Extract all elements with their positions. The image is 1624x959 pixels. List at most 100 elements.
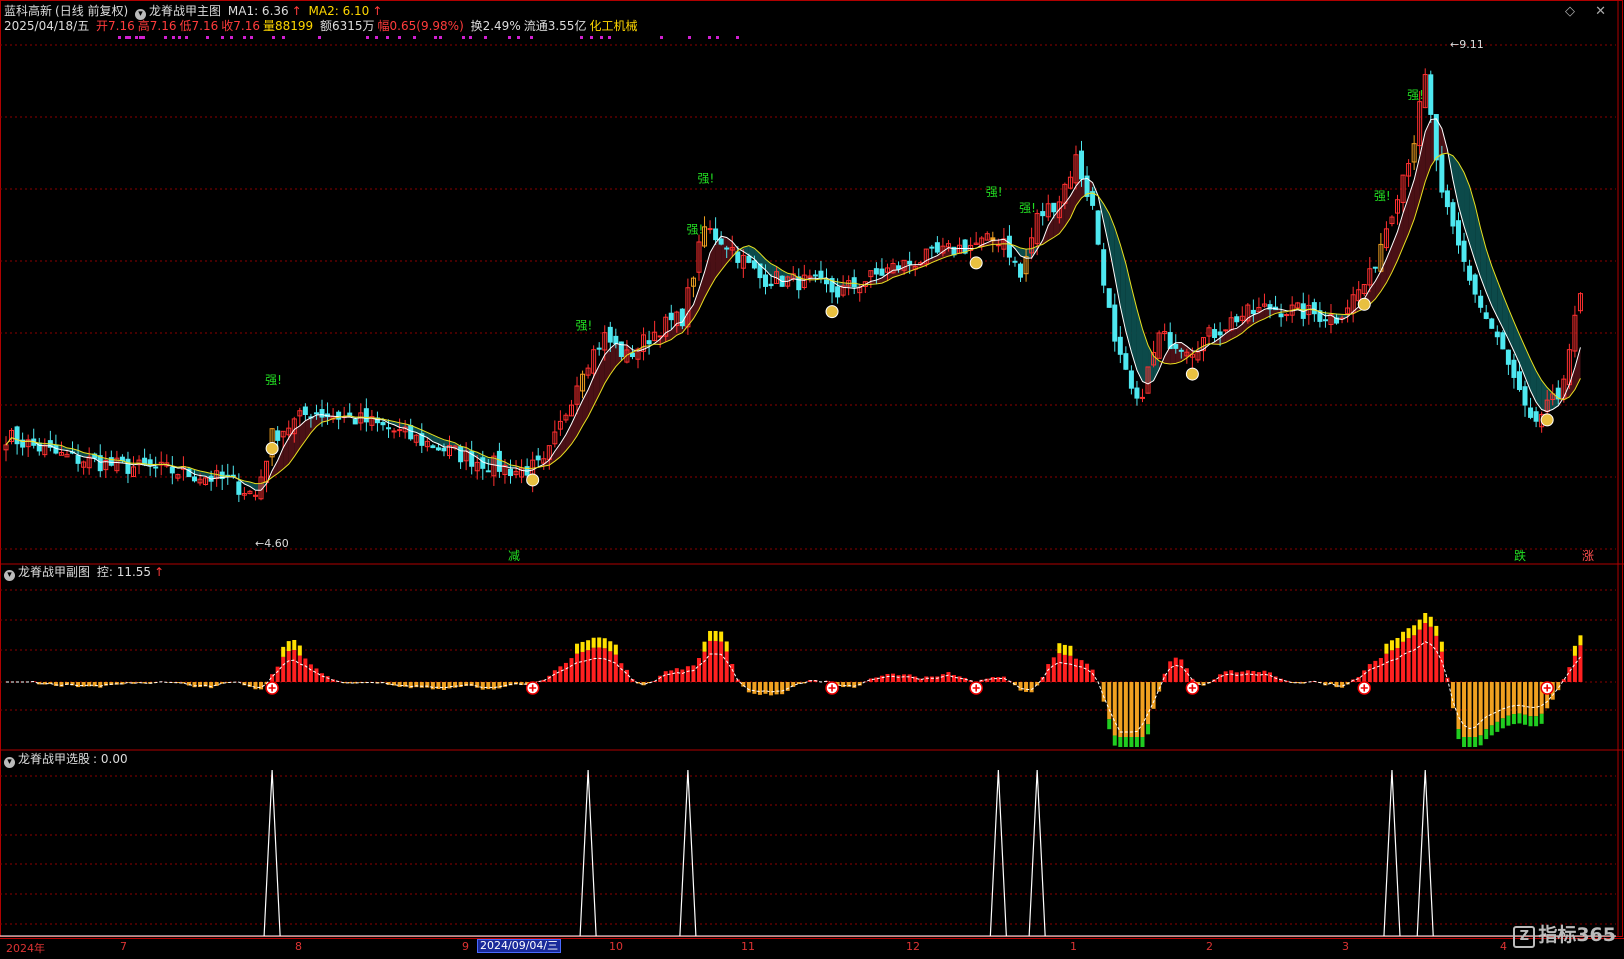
sub1-bar-cap bbox=[608, 641, 613, 652]
signal-dot bbox=[469, 36, 472, 39]
quote-high: 高7.16 bbox=[137, 19, 177, 33]
sub1-bar bbox=[580, 651, 585, 682]
x-label: 2024年 bbox=[6, 942, 45, 955]
window-control-icons[interactable]: ◇ ✕ bbox=[1565, 4, 1614, 19]
ma2-value: MA2: 6.10 bbox=[308, 4, 370, 18]
candle-body bbox=[1079, 150, 1085, 180]
sub1-bar bbox=[547, 675, 552, 682]
sub1-bar bbox=[1506, 682, 1511, 716]
sub1-bar bbox=[247, 682, 252, 687]
selected-date-label: 2024/09/04/三 bbox=[477, 939, 562, 953]
sub1-bar-cap bbox=[1473, 737, 1478, 747]
sub1-bar bbox=[1417, 629, 1422, 682]
sub1-bar-cap bbox=[1578, 635, 1583, 646]
candle-body bbox=[125, 458, 131, 474]
sub1-bar-cap bbox=[1068, 645, 1073, 656]
sub1-bar-cap bbox=[1129, 737, 1134, 747]
low-price-label: ←4.60 bbox=[255, 537, 289, 550]
candle-body bbox=[1223, 329, 1229, 332]
signal-dot bbox=[439, 36, 442, 39]
candle-body bbox=[1516, 371, 1522, 391]
selection-spike bbox=[1028, 769, 1046, 937]
candle-body bbox=[1112, 304, 1118, 342]
candle-body bbox=[507, 468, 513, 477]
sub1-bar bbox=[696, 658, 701, 682]
sub1-bar bbox=[76, 682, 81, 688]
sub1-bar bbox=[1223, 671, 1228, 682]
sub1-bar bbox=[1378, 657, 1383, 682]
sub1-bar bbox=[1367, 664, 1372, 682]
main-indicator-name[interactable]: 龙脊战甲主图 bbox=[149, 4, 221, 18]
candle-body bbox=[812, 274, 818, 277]
marker-fall: 跌 bbox=[1514, 548, 1526, 563]
chart-canvas[interactable]: 强! 强! 强! 强! 强! 强! 强! 强! ←4.60 ←9.11 减 跌 涨 bbox=[0, 0, 1624, 959]
sub1-bar bbox=[685, 666, 690, 682]
candle-body bbox=[75, 455, 81, 464]
candle-body bbox=[1278, 313, 1284, 318]
sub1-bar bbox=[1068, 655, 1073, 682]
sub1-bar-cap bbox=[1107, 719, 1112, 730]
sub1-bar bbox=[680, 669, 685, 682]
sub1-bar bbox=[1046, 664, 1051, 682]
candle-body bbox=[153, 466, 159, 469]
sub1-bar-cap bbox=[1495, 721, 1500, 732]
strong-signal-label: 强! bbox=[1374, 189, 1391, 203]
sub1-bar-cap bbox=[1523, 714, 1528, 725]
sub1-bar bbox=[1262, 670, 1267, 682]
sub1-bar bbox=[763, 682, 768, 694]
candle-body bbox=[1250, 309, 1256, 315]
sub2-title[interactable]: 龙脊战甲选股 bbox=[18, 752, 90, 766]
period-label[interactable]: (日线 前复权) bbox=[55, 4, 128, 18]
sub1-bar bbox=[602, 648, 607, 682]
sub2-header: ▾ 龙脊战甲选股: 0.00 bbox=[4, 751, 131, 768]
money-bag-icon bbox=[265, 441, 279, 455]
sub1-bar bbox=[1229, 670, 1234, 682]
candle-body bbox=[1018, 263, 1024, 278]
quote-industry[interactable]: 化工机械 bbox=[589, 19, 637, 33]
signal-dot bbox=[139, 36, 142, 39]
sub1-bar bbox=[724, 651, 729, 682]
sub1-bar bbox=[98, 682, 103, 688]
signal-dot bbox=[517, 36, 520, 39]
x-label: 3 bbox=[1342, 940, 1349, 953]
candle-body bbox=[1217, 331, 1223, 336]
sub1-bar-cap bbox=[1412, 625, 1417, 636]
sub1-bar bbox=[1240, 671, 1245, 682]
sub1-bar-cap bbox=[1384, 643, 1389, 654]
stock-name[interactable]: 蓝科高新 bbox=[4, 4, 52, 18]
candle-body bbox=[1478, 295, 1484, 308]
signal-dot bbox=[318, 36, 321, 39]
signal-dot bbox=[580, 36, 583, 39]
sub1-bar bbox=[198, 682, 203, 687]
candle-body bbox=[607, 326, 613, 343]
selection-spike bbox=[1416, 769, 1434, 937]
candle-body bbox=[823, 279, 829, 285]
sub1-bar bbox=[292, 649, 297, 682]
sub1-bar bbox=[1384, 653, 1389, 682]
sub1-bar bbox=[946, 672, 951, 682]
sub1-bar bbox=[841, 682, 846, 688]
sub1-bar bbox=[1456, 682, 1461, 730]
candle-body bbox=[1533, 411, 1539, 422]
sub1-bar bbox=[879, 675, 884, 682]
sub1-bar bbox=[1256, 672, 1261, 682]
sub1-bar bbox=[314, 668, 319, 682]
signal-dot bbox=[608, 36, 611, 39]
candle-body bbox=[1212, 329, 1218, 338]
sub1-title[interactable]: 龙脊战甲副图 bbox=[18, 565, 90, 579]
sub1-bar bbox=[691, 665, 696, 682]
sub1-toggle-icon[interactable]: ▾ bbox=[4, 570, 15, 581]
strong-signal-label: 强! bbox=[686, 223, 703, 237]
sub1-bar bbox=[1523, 682, 1528, 715]
candle-body bbox=[458, 446, 464, 463]
candle-body bbox=[1483, 312, 1489, 319]
sub1-bar bbox=[1129, 682, 1134, 737]
sub1-bar bbox=[1273, 676, 1278, 682]
sub2-toggle-icon[interactable]: ▾ bbox=[4, 757, 15, 768]
sub1-bar-cap bbox=[1428, 616, 1433, 627]
selection-spike bbox=[1383, 769, 1401, 937]
sub1-bar-cap bbox=[1401, 631, 1406, 642]
sub1-bar bbox=[1029, 682, 1034, 693]
sub1-bar bbox=[480, 682, 485, 690]
signal-dot bbox=[118, 36, 121, 39]
